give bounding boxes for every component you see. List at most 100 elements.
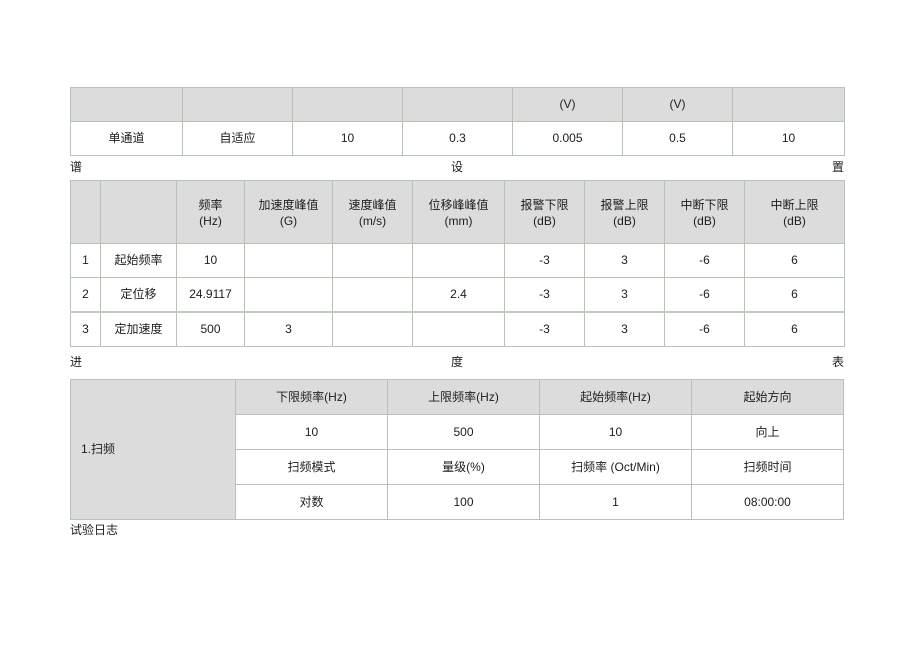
progress-header-displacement-peak-unit: (mm) [444,214,473,228]
spectrum-caption-right: 置 [831,159,844,174]
spectrum-header-cell-3 [402,87,513,122]
progress-row-0-freq: 10 [176,243,245,278]
sweep-value-mode: 对数 [235,484,388,520]
spectrum-header-cell-2 [292,87,403,122]
spectrum-caption-left: 谱 [70,159,83,174]
progress-row-0-warn-low: -3 [504,243,585,278]
table-row: 3 定加速度 500 3 -3 3 -6 6 [70,311,845,347]
sweep-subheader-mode: 扫频模式 [235,449,388,485]
progress-header-frequency-unit: (Hz) [199,214,222,228]
progress-header-warn-high-unit: (dB) [613,214,636,228]
progress-row-1-warn-low: -3 [504,277,585,313]
sweep-value-lower-freq: 10 [235,414,388,450]
spectrum-value-cell-2: 10 [292,121,403,156]
spectrum-value-cell-4: 0.005 [512,121,623,156]
spectrum-value-cell-6: 10 [732,121,845,156]
progress-header-abort-low-unit: (dB) [693,214,716,228]
progress-header-abort-high-unit: (dB) [783,214,806,228]
progress-table: 频率 (Hz) 加速度峰值 (G) 速度峰值 (m/s) 位移峰峰值 (mm) … [70,180,845,347]
progress-header-warn-high: 报警上限 (dB) [584,180,665,244]
progress-row-2-abort-low: -6 [664,311,745,347]
sweep-table: 1.扫频 下限频率(Hz) 上限频率(Hz) 起始频率(Hz) 起始方向 10 … [70,379,844,520]
sweep-value-rate: 1 [539,484,692,520]
progress-header-warn-low-unit: (dB) [533,214,556,228]
progress-row-1-vel [332,277,413,313]
progress-row-2-warn-low: -3 [504,311,585,347]
progress-row-0-abort-high: 6 [744,243,845,278]
sweep-subheader-duration: 扫频时间 [691,449,844,485]
progress-row-0-accel [244,243,333,278]
test-log-label: 试验日志 [70,523,119,537]
spectrum-value-cell-0: 单通道 [70,121,183,156]
spectrum-header-row: (V) (V) [70,87,845,122]
spectrum-value-cell-1: 自适应 [182,121,293,156]
progress-caption: 进 度 表 [70,353,844,369]
progress-row-2-vel [332,311,413,347]
progress-row-0-index: 1 [70,243,101,278]
progress-header-warn-low-name: 报警下限 [520,197,569,212]
progress-header-accel-peak-name: 加速度峰值 [258,197,319,212]
sweep-header-lower-freq: 下限频率(Hz) [235,379,388,415]
progress-row-0-label: 起始频率 [100,243,177,278]
progress-header-velocity-peak: 速度峰值 (m/s) [332,180,413,244]
progress-row-2-accel: 3 [244,311,333,347]
spectrum-value-cell-5: 0.5 [622,121,733,156]
progress-header-row: 频率 (Hz) 加速度峰值 (G) 速度峰值 (m/s) 位移峰峰值 (mm) … [70,180,845,244]
progress-row-1-disp: 2.4 [412,277,505,313]
progress-row-1-label: 定位移 [100,277,177,313]
table-row: 2 定位移 24.9117 2.4 -3 3 -6 6 [70,277,845,313]
progress-caption-center: 度 [450,354,463,369]
spectrum-header-cell-4: (V) [512,87,623,122]
progress-header-warn-low: 报警下限 (dB) [504,180,585,244]
sweep-header-start-freq: 起始频率(Hz) [539,379,692,415]
progress-row-2-disp [412,311,505,347]
progress-row-2-index: 3 [70,311,101,347]
sweep-header-row: 1.扫频 下限频率(Hz) 上限频率(Hz) 起始频率(Hz) 起始方向 [70,379,844,520]
progress-header-label [100,180,177,244]
progress-row-1-index: 2 [70,277,101,313]
progress-row-0-warn-high: 3 [584,243,665,278]
progress-row-0-abort-low: -6 [664,243,745,278]
progress-row-1-freq: 24.9117 [176,277,245,313]
spectrum-header-cell-5: (V) [622,87,733,122]
progress-row-0-vel [332,243,413,278]
sweep-subheader-rate: 扫频率 (Oct/Min) [539,449,692,485]
sweep-row-label: 1.扫频 [70,379,236,520]
progress-header-accel-peak-unit: (G) [279,214,298,228]
progress-caption-right: 表 [831,354,844,369]
spectrum-value-row: 单通道 自适应 10 0.3 0.005 0.5 10 [70,121,845,156]
progress-header-abort-low: 中断下限 (dB) [664,180,745,244]
sweep-header-upper-freq: 上限频率(Hz) [387,379,540,415]
spectrum-header-cell-6 [732,87,845,122]
progress-row-1-warn-high: 3 [584,277,665,313]
progress-header-displacement-peak-name: 位移峰峰值 [428,197,489,212]
spectrum-header-cell-1 [182,87,293,122]
sweep-value-level: 100 [387,484,540,520]
document-page: (V) (V) 单通道 自适应 10 0.3 0.005 0.5 10 谱 设 … [0,0,920,650]
progress-header-index [70,180,101,244]
progress-row-0-disp [412,243,505,278]
sweep-value-duration: 08:00:00 [691,484,844,520]
progress-header-abort-high-name: 中断上限 [770,197,819,212]
spectrum-caption-center: 设 [450,159,463,174]
progress-header-velocity-peak-unit: (m/s) [358,214,387,228]
progress-header-frequency: 频率 (Hz) [176,180,245,244]
sweep-header-start-dir: 起始方向 [691,379,844,415]
spectrum-caption: 谱 设 置 [70,158,844,174]
progress-row-1-accel [244,277,333,313]
progress-header-warn-high-name: 报警上限 [600,197,649,212]
progress-caption-left: 进 [70,354,83,369]
sweep-value-start-dir: 向上 [691,414,844,450]
progress-row-2-warn-high: 3 [584,311,665,347]
progress-row-2-label: 定加速度 [100,311,177,347]
progress-header-frequency-name: 频率 [198,197,223,212]
spectrum-settings-table: (V) (V) 单通道 自适应 10 0.3 0.005 0.5 10 [70,87,845,156]
spectrum-header-cell-0 [70,87,183,122]
spectrum-value-cell-3: 0.3 [402,121,513,156]
sweep-value-start-freq: 10 [539,414,692,450]
progress-header-velocity-peak-name: 速度峰值 [348,197,397,212]
progress-header-abort-high: 中断上限 (dB) [744,180,845,244]
progress-row-1-abort-low: -6 [664,277,745,313]
progress-header-abort-low-name: 中断下限 [680,197,729,212]
sweep-subheader-level: 量级(%) [387,449,540,485]
